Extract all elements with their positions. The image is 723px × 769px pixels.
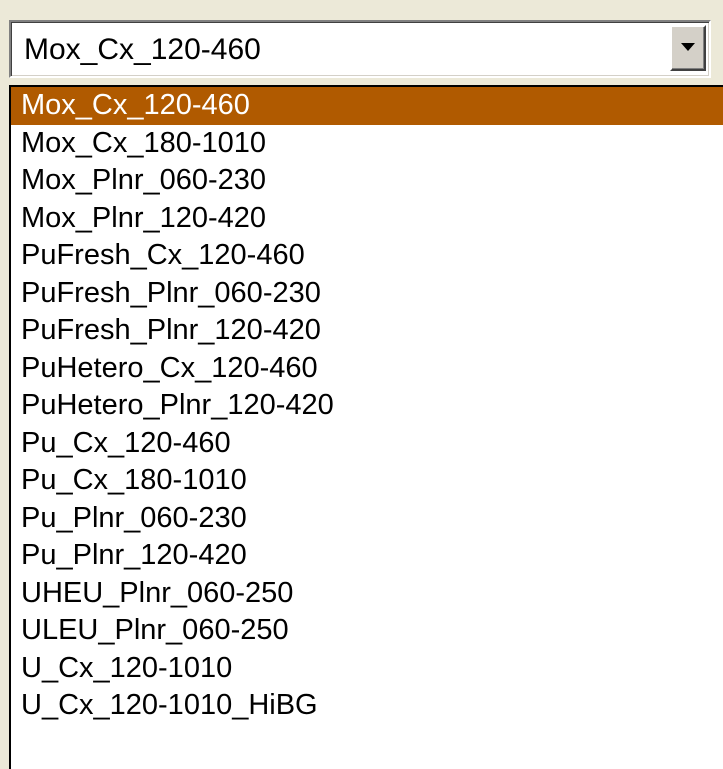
dropdown-option[interactable]: Pu_Cx_180-1010 [11,462,723,500]
dropdown-button[interactable] [670,25,706,71]
dropdown-option[interactable]: PuFresh_Plnr_120-420 [11,312,723,350]
dropdown-option[interactable]: U_Cx_120-1010 [11,650,723,688]
dropdown-option[interactable]: PuFresh_Cx_120-460 [11,237,723,275]
dropdown-option[interactable]: Pu_Cx_120-460 [11,425,723,463]
chevron-down-icon [681,43,695,51]
dropdown-option[interactable]: Pu_Plnr_060-230 [11,500,723,538]
dropdown-option[interactable]: Mox_Cx_180-1010 [11,125,723,163]
dropdown-option[interactable]: U_Cx_120-1010_HiBG [11,687,723,725]
dropdown-list[interactable]: Mox_Cx_120-460 Mox_Cx_180-1010 Mox_Plnr_06… [9,85,723,769]
combo-selected-value: Mox_Cx_120-460 [24,33,261,66]
dropdown-option[interactable]: Pu_Plnr_120-420 [11,537,723,575]
dropdown-option[interactable]: UHEU_Plnr_060-250 [11,575,723,613]
dropdown-option[interactable]: PuHetero_Cx_120-460 [11,350,723,388]
dropdown-option[interactable]: Mox_Plnr_120-420 [11,200,723,238]
dropdown-option[interactable]: Mox_Plnr_060-230 [11,162,723,200]
dropdown-option[interactable]: PuFresh_Plnr_060-230 [11,275,723,313]
dropdown-option[interactable]: ULEU_Plnr_060-250 [11,612,723,650]
dropdown-option-selected[interactable]: Mox_Cx_120-460 [11,87,723,125]
dropdown-option[interactable]: PuHetero_Plnr_120-420 [11,387,723,425]
combo-box[interactable]: Mox_Cx_120-460 [9,20,711,78]
